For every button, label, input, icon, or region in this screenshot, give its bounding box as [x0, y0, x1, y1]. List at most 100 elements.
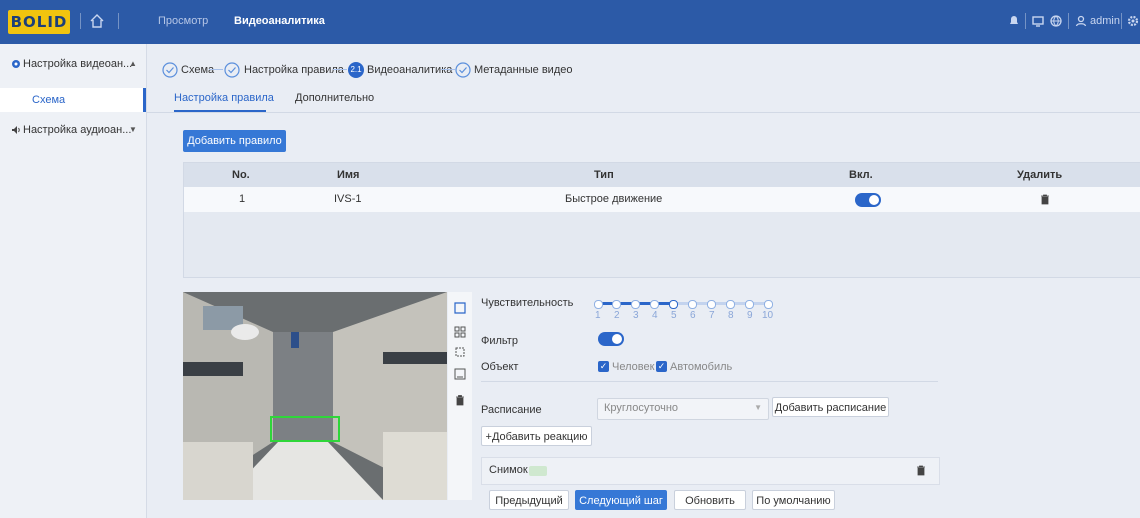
table-row[interactable]: 1 IVS-1 Быстрое движение — [184, 187, 1140, 212]
divider — [1121, 13, 1122, 29]
check-circle-icon — [162, 62, 178, 78]
slider-number: 10 — [762, 310, 774, 321]
column-header-no: No. — [232, 169, 250, 181]
user-icon[interactable] — [1074, 14, 1088, 28]
slider-number: 9 — [747, 310, 753, 321]
slider-number: 6 — [690, 310, 696, 321]
trash-icon[interactable] — [1040, 194, 1050, 205]
filter-toggle[interactable] — [598, 332, 624, 346]
slider-tick — [612, 300, 621, 309]
rule-enabled-toggle[interactable] — [855, 193, 881, 207]
video-analytics-icon — [12, 60, 20, 68]
checkbox-human-label: Человек — [612, 361, 655, 373]
slider-number: 4 — [652, 310, 658, 321]
slider-number: 3 — [633, 310, 639, 321]
table-header: No. Имя Тип Вкл. Удалить — [184, 163, 1140, 187]
drawing-tools — [448, 292, 472, 500]
sidebar: Настройка видеоан... ▲ Схема Настройка а… — [0, 44, 147, 518]
globe-icon[interactable] — [1049, 14, 1063, 28]
cell-type: Быстрое движение — [565, 193, 663, 205]
slider-number: 1 — [595, 310, 601, 321]
step-connector — [209, 69, 223, 70]
tab-rule-settings[interactable]: Настройка правила — [174, 92, 274, 104]
column-header-name: Имя — [337, 169, 360, 181]
slider-tick — [650, 300, 659, 309]
snapshot-label: Снимок — [489, 464, 528, 476]
bolid-logo: BOLID — [8, 10, 70, 34]
settings-icon[interactable] — [1126, 14, 1140, 28]
divider — [80, 13, 81, 29]
min-size-icon[interactable] — [454, 346, 466, 358]
step-label[interactable]: Схема — [181, 64, 214, 76]
divider — [118, 13, 119, 29]
rules-table: No. Имя Тип Вкл. Удалить 1 IVS-1 Быстрое… — [183, 162, 1140, 278]
schedule-label: Расписание — [481, 404, 542, 416]
cell-name: IVS-1 — [334, 193, 362, 205]
slider-tick — [726, 300, 735, 309]
sidebar-item-label: Схема — [32, 94, 66, 106]
bell-icon[interactable] — [1007, 14, 1021, 28]
home-icon[interactable] — [89, 13, 105, 29]
step-connector — [441, 69, 455, 70]
add-reaction-button[interactable]: +Добавить реакцию — [481, 426, 592, 446]
checkbox-human[interactable]: ✓ — [598, 361, 609, 372]
sensitivity-label: Чувствительность — [481, 297, 574, 309]
monitor-icon[interactable] — [1031, 14, 1045, 28]
column-header-enabled: Вкл. — [849, 169, 873, 181]
divider — [1068, 13, 1069, 29]
slider-tick — [688, 300, 697, 309]
object-label: Объект — [481, 361, 519, 373]
next-step-button[interactable]: Следующий шаг — [575, 490, 667, 510]
chevron-down-icon: ▼ — [754, 403, 762, 412]
grid-icon[interactable] — [454, 326, 466, 338]
slider-tick — [631, 300, 640, 309]
add-schedule-button[interactable]: Добавить расписание — [772, 397, 889, 417]
checkbox-vehicle[interactable]: ✓ — [656, 361, 667, 372]
wizard-steps: Схема Настройка правила 2.1 Видеоаналити… — [146, 56, 1140, 86]
slider-number: 7 — [709, 310, 715, 321]
nav-live-view[interactable]: Просмотр — [158, 15, 208, 27]
check-circle-icon — [455, 62, 471, 78]
sidebar-item-audio-analytics-setup[interactable]: Настройка аудиоан... ▼ — [0, 118, 146, 142]
column-header-delete: Удалить — [1017, 169, 1063, 181]
slider-tick — [707, 300, 716, 309]
schedule-select[interactable]: Круглосуточно ▼ — [597, 398, 769, 420]
max-size-icon[interactable] — [454, 368, 466, 380]
tab-additional[interactable]: Дополнительно — [295, 92, 374, 104]
username[interactable]: admin — [1090, 15, 1120, 27]
tabs: Настройка правила Дополнительно — [146, 88, 1140, 113]
check-circle-icon — [224, 62, 240, 78]
sensitivity-slider-handle[interactable] — [669, 300, 678, 309]
snapshot-status-badge — [529, 466, 547, 476]
slider-number: 5 — [671, 310, 677, 321]
default-button[interactable]: По умолчанию — [752, 490, 835, 510]
previous-button[interactable]: Предыдущий — [489, 490, 569, 510]
refresh-button[interactable]: Обновить — [674, 490, 746, 510]
column-header-type: Тип — [594, 169, 614, 181]
step-label[interactable]: Видеоаналитика — [367, 64, 452, 76]
slider-number: 8 — [728, 310, 734, 321]
step-label[interactable]: Настройка правила — [244, 64, 344, 76]
sidebar-item-label: Настройка аудиоан... — [23, 124, 132, 136]
video-preview[interactable] — [183, 292, 447, 500]
cell-no: 1 — [239, 193, 246, 205]
filter-label: Фильтр — [481, 335, 518, 347]
draw-area-icon[interactable] — [454, 302, 466, 314]
slider-number: 2 — [614, 310, 620, 321]
slider-tick — [745, 300, 754, 309]
sidebar-item-video-analytics-setup[interactable]: Настройка видеоан... ▲ — [0, 52, 146, 76]
divider — [1025, 13, 1026, 29]
trash-icon[interactable] — [916, 465, 926, 476]
warehouse-scene — [183, 292, 447, 500]
active-tab-indicator — [174, 110, 266, 112]
trash-icon[interactable] — [454, 394, 466, 406]
step-label[interactable]: Метаданные видео — [474, 64, 572, 76]
add-rule-button[interactable]: Добавить правило — [183, 130, 286, 152]
chevron-up-icon: ▲ — [129, 59, 137, 68]
checkbox-vehicle-label: Автомобиль — [670, 361, 733, 373]
top-bar: BOLID Просмотр Видеоаналитика admin — [0, 0, 1140, 44]
sidebar-item-scheme[interactable]: Схема — [0, 88, 146, 112]
nav-video-analytics[interactable]: Видеоаналитика — [234, 15, 325, 27]
step-connector — [333, 69, 347, 70]
schedule-select-value: Круглосуточно — [604, 402, 679, 414]
